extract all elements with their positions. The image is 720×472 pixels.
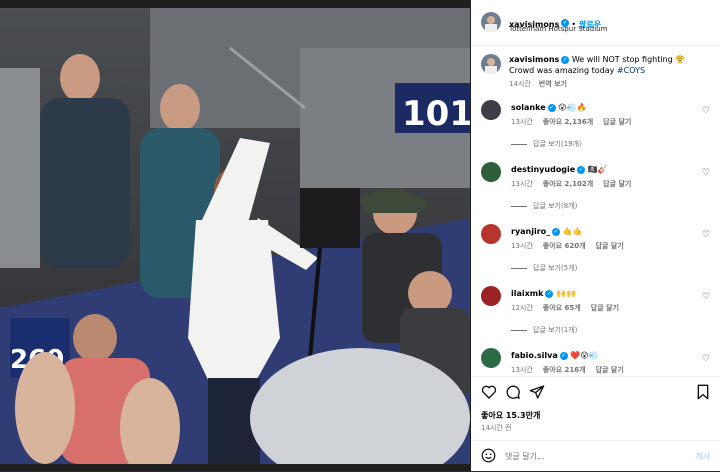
commenter-username[interactable]: solanke xyxy=(511,103,546,112)
reply-button[interactable]: 답글 달기 xyxy=(591,304,619,312)
caption-hashtag[interactable]: #COYS xyxy=(617,66,645,75)
action-bar: 좋아요 15.3만개 14시간 전 xyxy=(471,376,720,437)
caption-username[interactable]: xavisimons xyxy=(509,55,559,64)
comment-like-heart-icon[interactable]: ♡ xyxy=(702,106,710,116)
stand-sign-101-text: 101 xyxy=(402,94,470,134)
verified-badge-icon: ✓ xyxy=(545,289,554,298)
comment-item: destinyudogie ✓ 🏴‍☠️🎸 13시간 좋아요 2,102개 답글 달기답… xyxy=(481,162,716,220)
location-label[interactable]: Tottenham Hotspur Stadium xyxy=(509,25,607,33)
comment-icon[interactable] xyxy=(505,384,521,400)
view-replies-button[interactable]: 답글 보기(19개) xyxy=(511,139,582,149)
comment-like-heart-icon[interactable]: ♡ xyxy=(702,354,710,364)
comment-like-heart-icon[interactable]: ♡ xyxy=(702,230,710,240)
commenter-username[interactable]: fabio.silva xyxy=(511,351,558,360)
reply-button[interactable]: 답글 달기 xyxy=(603,180,631,188)
replies-divider xyxy=(511,329,527,331)
comment-text: 🤙🤙 xyxy=(562,227,583,236)
commenter-avatar[interactable] xyxy=(481,348,501,368)
comment-text: ❤️😮💨 xyxy=(570,351,599,360)
commenter-avatar[interactable] xyxy=(481,286,501,306)
comment-likes[interactable]: 좋아요 2,136개 xyxy=(543,118,593,126)
comment-composer: 댓글 달기... 게시 xyxy=(471,440,720,472)
view-replies-label: 답글 보기(1개) xyxy=(533,326,578,334)
view-replies-label: 답글 보기(8개) xyxy=(533,202,578,210)
comment-line: ryanjiro_ ✓ 🤙🤙 xyxy=(511,227,583,236)
verified-badge-icon: ✓ xyxy=(552,227,561,236)
comment-time[interactable]: 13시간 xyxy=(511,118,533,126)
post-comment-button[interactable]: 게시 xyxy=(695,451,710,462)
comment-line: solanke ✓ 😮💨🔥 xyxy=(511,103,586,112)
comment-time[interactable]: 13시간 xyxy=(511,242,533,250)
verified-badge-icon: ✓ xyxy=(561,55,570,64)
share-icon[interactable] xyxy=(529,384,545,400)
comment-time[interactable]: 13시간 xyxy=(511,366,533,374)
caption-author-avatar[interactable] xyxy=(481,54,501,74)
comment-text: 😮💨🔥 xyxy=(558,103,587,112)
comment-likes[interactable]: 좋아요 620개 xyxy=(543,242,586,250)
comment-meta: 12시간 좋아요 65개 답글 달기 xyxy=(511,303,629,313)
comment-item: fabio.silva ✓ ❤️😮💨 13시간 좋아요 216개 답글 달기 ♡ xyxy=(481,348,716,376)
comment-like-heart-icon[interactable]: ♡ xyxy=(702,292,710,302)
comment-item: ryanjiro_ ✓ 🤙🤙 13시간 좋아요 620개 답글 달기답글 보기(5개) ♡ xyxy=(481,224,716,282)
translate-button[interactable]: 번역 보기 xyxy=(539,80,567,88)
replies-divider xyxy=(511,205,527,207)
comment-line: destinyudogie ✓ 🏴‍☠️🎸 xyxy=(511,165,608,174)
author-avatar[interactable] xyxy=(481,12,501,32)
commenter-avatar[interactable] xyxy=(481,224,501,244)
comment-meta: 13시간 좋아요 2,102개 답글 달기 xyxy=(511,179,641,189)
view-replies-button[interactable]: 답글 보기(1개) xyxy=(511,325,577,335)
replies-divider xyxy=(511,267,527,269)
caption-meta: 14시간 번역 보기 xyxy=(509,79,709,90)
commenter-avatar[interactable] xyxy=(481,100,501,120)
comment-text: 🏴‍☠️🎸 xyxy=(587,165,608,174)
post-time[interactable]: 14시간 전 xyxy=(481,423,511,433)
comment-item: solanke ✓ 😮💨🔥 13시간 좋아요 2,136개 답글 달기답글 보기(19개… xyxy=(481,100,716,158)
verified-badge-icon: ✓ xyxy=(577,165,586,174)
comment-text: 🙌🙌 xyxy=(556,289,576,298)
view-replies-label: 답글 보기(5개) xyxy=(533,264,578,272)
replies-divider xyxy=(511,143,527,145)
comment-like-heart-icon[interactable]: ♡ xyxy=(702,168,710,178)
comment-meta: 13시간 좋아요 620개 답글 달기 xyxy=(511,241,634,251)
caption-time[interactable]: 14시간 xyxy=(509,80,531,88)
comment-likes[interactable]: 좋아요 216개 xyxy=(543,366,586,374)
view-replies-label: 답글 보기(19개) xyxy=(533,140,582,148)
post-image[interactable]: 101 260 xyxy=(0,8,470,464)
commenter-avatar[interactable] xyxy=(481,162,501,182)
comment-input[interactable]: 댓글 달기... xyxy=(505,451,545,462)
reply-button[interactable]: 답글 달기 xyxy=(603,118,631,126)
post-photo-illustration: 101 260 xyxy=(0,8,470,464)
comment-meta: 13시간 좋아요 216개 답글 달기 xyxy=(511,365,634,375)
view-replies-button[interactable]: 답글 보기(8개) xyxy=(511,201,577,211)
emoji-icon[interactable] xyxy=(481,448,496,463)
comment-line: ilaixmk ✓ 🙌🙌 xyxy=(511,289,576,298)
commenter-username[interactable]: destinyudogie xyxy=(511,165,575,174)
verified-badge-icon: ✓ xyxy=(547,103,556,112)
reply-button[interactable]: 답글 달기 xyxy=(596,242,624,250)
comment-time[interactable]: 13시간 xyxy=(511,180,533,188)
comment-likes[interactable]: 좋아요 2,102개 xyxy=(543,180,593,188)
post-side-panel: xavisimons ✓ • 팔로우 Tottenham Hotspur Stadiu… xyxy=(471,0,720,471)
commenter-username[interactable]: ryanjiro_ xyxy=(511,227,550,236)
likes-count[interactable]: 좋아요 15.3만개 xyxy=(481,410,540,421)
heart-icon[interactable] xyxy=(481,384,497,400)
view-replies-button[interactable]: 답글 보기(5개) xyxy=(511,263,577,273)
reply-button[interactable]: 답글 달기 xyxy=(596,366,624,374)
comment-meta: 13시간 좋아요 2,136개 답글 달기 xyxy=(511,117,641,127)
comment-time[interactable]: 12시간 xyxy=(511,304,533,312)
post-header: xavisimons ✓ • 팔로우 Tottenham Hotspur Stadiu… xyxy=(471,0,720,46)
comment-likes[interactable]: 좋아요 65개 xyxy=(543,304,581,312)
commenter-username[interactable]: ilaixmk xyxy=(511,289,543,298)
comment-line: fabio.silva ✓ ❤️😮💨 xyxy=(511,351,599,360)
comments-scroll-area[interactable]: xavisimons ✓ We will NOT stop fighting 😤 … xyxy=(471,46,720,376)
comment-item: ilaixmk ✓ 🙌🙌 12시간 좋아요 65개 답글 달기답글 보기(1개) ♡ xyxy=(481,286,716,344)
caption-body: xavisimons ✓ We will NOT stop fighting 😤 … xyxy=(509,54,709,90)
bookmark-icon[interactable] xyxy=(696,384,710,400)
verified-badge-icon: ✓ xyxy=(559,351,568,360)
